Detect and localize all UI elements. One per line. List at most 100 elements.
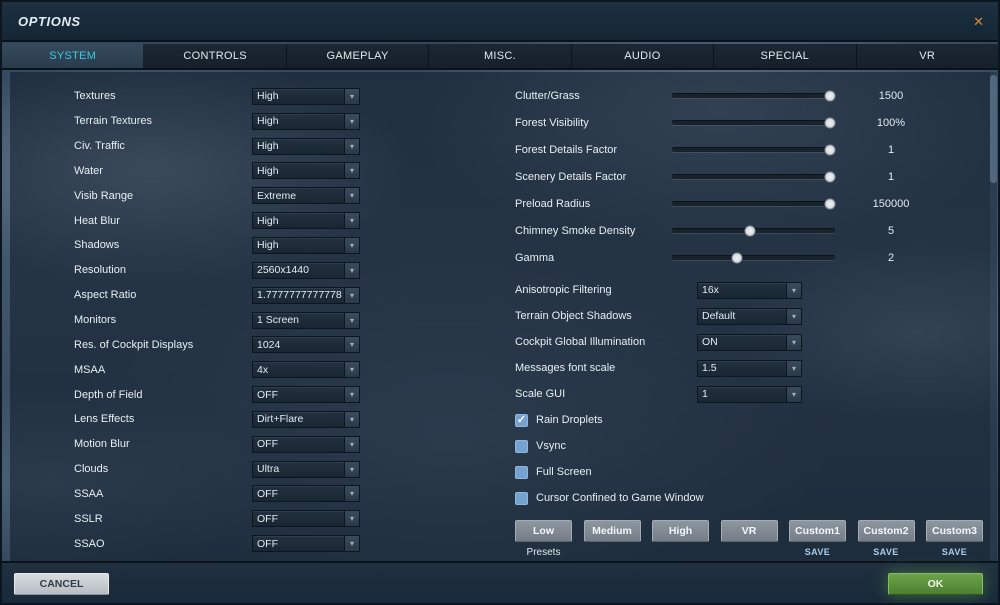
setting-row: Clouds Ultra ▾ <box>74 457 464 482</box>
slider-handle[interactable] <box>824 198 836 210</box>
dropdown[interactable]: 1 Screen ▾ <box>252 311 360 329</box>
slider-track[interactable] <box>672 171 836 183</box>
dropdown[interactable]: OFF ▾ <box>252 386 360 404</box>
preset-button[interactable]: High <box>652 520 709 542</box>
dropdown[interactable]: 1.5 ▾ <box>697 359 802 377</box>
preset-button[interactable]: Custom1 <box>789 520 846 542</box>
setting-row: Depth of Field OFF ▾ <box>74 382 464 407</box>
tab[interactable]: SYSTEM <box>2 44 145 68</box>
dropdown[interactable]: Extreme ▾ <box>252 187 360 205</box>
dropdown-value: Ultra <box>257 463 280 476</box>
slider-label: Preload Radius <box>515 197 591 210</box>
chevron-down-icon: ▾ <box>786 360 801 376</box>
cancel-button[interactable]: CANCEL <box>14 573 109 595</box>
slider-track[interactable] <box>672 117 836 129</box>
tab-label: AUDIO <box>624 50 661 62</box>
setting-label: Cockpit Global Illumination <box>515 336 646 348</box>
setting-row: SSAO OFF ▾ <box>74 531 464 556</box>
dropdown[interactable]: High ▾ <box>252 112 360 130</box>
dropdown[interactable]: High ▾ <box>252 236 360 254</box>
dropdown[interactable]: 16x ▾ <box>697 281 802 299</box>
tab[interactable]: GAMEPLAY <box>286 44 430 68</box>
setting-label: Clouds <box>74 463 109 476</box>
slider-handle[interactable] <box>731 252 743 264</box>
checkbox-group: ✓ Rain Droplets ✓ Vsync ✓ Full Screen ✓ … <box>507 407 989 511</box>
preset-buttons-row: Low Presets Medium High VR Custom1 SAVE … <box>515 520 983 559</box>
checkbox[interactable]: ✓ <box>515 439 528 453</box>
dropdown[interactable]: OFF ▾ <box>252 485 360 503</box>
slider-track[interactable] <box>672 144 836 156</box>
slider-value: 1 <box>887 170 895 183</box>
preset-button[interactable]: VR <box>720 520 778 542</box>
setting-row: Water High ▾ <box>74 159 464 184</box>
preset-sub-label[interactable]: SAVE <box>942 547 967 559</box>
slider-row: Preload Radius 150000 <box>507 190 989 217</box>
right-settings-column: Clutter/Grass 1500 Forest Visibility 100… <box>507 82 989 559</box>
slider-handle[interactable] <box>824 144 836 156</box>
tab[interactable]: AUDIO <box>571 44 715 68</box>
dropdown-value: 1.7777777777778 <box>257 289 342 302</box>
dropdown[interactable]: High ▾ <box>252 87 360 105</box>
close-icon[interactable]: ✕ <box>973 15 984 28</box>
setting-row: Cockpit Global Illumination ON ▾ <box>507 329 989 355</box>
dropdown[interactable]: Dirt+Flare ▾ <box>252 410 360 428</box>
dropdown[interactable]: Ultra ▾ <box>252 460 360 478</box>
setting-row: Scale GUI 1 ▾ <box>507 381 989 407</box>
chevron-down-icon: ▾ <box>344 138 359 154</box>
dropdown[interactable]: High ▾ <box>252 137 360 155</box>
checkbox-row[interactable]: ✓ Rain Droplets <box>507 407 989 433</box>
tab[interactable]: VR <box>856 44 998 68</box>
dropdown-value: 1.5 <box>702 362 717 374</box>
dropdown[interactable]: 1024 ▾ <box>252 336 360 354</box>
tab[interactable]: CONTROLS <box>144 44 287 68</box>
slider-handle[interactable] <box>744 225 756 237</box>
slider-track[interactable] <box>672 90 836 102</box>
footer-bar: CANCEL OK <box>2 561 998 603</box>
slider-label: Forest Visibility <box>515 116 589 129</box>
scrollbar[interactable] <box>990 72 997 561</box>
scrollbar-thumb[interactable] <box>990 75 997 183</box>
chevron-down-icon: ▾ <box>344 312 359 328</box>
ok-button[interactable]: OK <box>888 573 983 595</box>
slider-track[interactable] <box>672 225 835 237</box>
preset-button[interactable]: Custom2 <box>857 520 915 542</box>
slider-row: Forest Visibility 100% <box>507 109 989 136</box>
tab[interactable]: MISC. <box>429 44 572 68</box>
preset-button[interactable]: Custom3 <box>926 520 983 542</box>
slider-handle[interactable] <box>824 117 836 129</box>
dropdown-value: Default <box>702 310 736 322</box>
dropdown[interactable]: 4x ▾ <box>252 361 360 379</box>
dropdown[interactable]: 2560x1440 ▾ <box>252 261 360 279</box>
preset-sub-label[interactable]: SAVE <box>873 547 898 559</box>
dropdown[interactable]: Default ▾ <box>697 307 802 325</box>
slider-value: 5 <box>887 224 895 237</box>
slider-label: Scenery Details Factor <box>515 170 627 183</box>
preset-column: Medium <box>583 520 641 559</box>
preset-button[interactable]: Low <box>515 520 572 542</box>
dropdown-value: Dirt+Flare <box>257 413 304 426</box>
checkbox-row[interactable]: ✓ Cursor Confined to Game Window <box>507 485 989 511</box>
dropdown[interactable]: OFF ▾ <box>252 535 360 553</box>
slider-track[interactable] <box>672 252 835 264</box>
dropdown-value: High <box>257 239 279 252</box>
checkbox[interactable]: ✓ <box>515 465 528 479</box>
dropdown[interactable]: 1 ▾ <box>697 385 802 403</box>
preset-sub-label[interactable]: SAVE <box>805 547 830 559</box>
checkbox-row[interactable]: ✓ Full Screen <box>507 459 989 485</box>
checkbox[interactable]: ✓ <box>515 413 528 427</box>
tab[interactable]: SPECIAL <box>714 44 857 68</box>
dropdown[interactable]: OFF ▾ <box>252 435 360 453</box>
slider-handle[interactable] <box>824 90 836 102</box>
dropdown[interactable]: High ▾ <box>252 212 360 230</box>
checkbox-row[interactable]: ✓ Vsync <box>507 433 989 459</box>
check-icon: ✓ <box>516 413 527 426</box>
preset-button[interactable]: Medium <box>583 520 641 542</box>
dropdown[interactable]: High ▾ <box>252 162 360 180</box>
preset-column: Custom1 SAVE <box>789 520 846 559</box>
slider-track[interactable] <box>672 198 836 210</box>
slider-handle[interactable] <box>824 171 836 183</box>
dropdown[interactable]: OFF ▾ <box>252 510 360 528</box>
dropdown[interactable]: ON ▾ <box>697 333 802 351</box>
checkbox[interactable]: ✓ <box>515 491 528 505</box>
dropdown[interactable]: 1.7777777777778 ▾ <box>252 286 360 304</box>
